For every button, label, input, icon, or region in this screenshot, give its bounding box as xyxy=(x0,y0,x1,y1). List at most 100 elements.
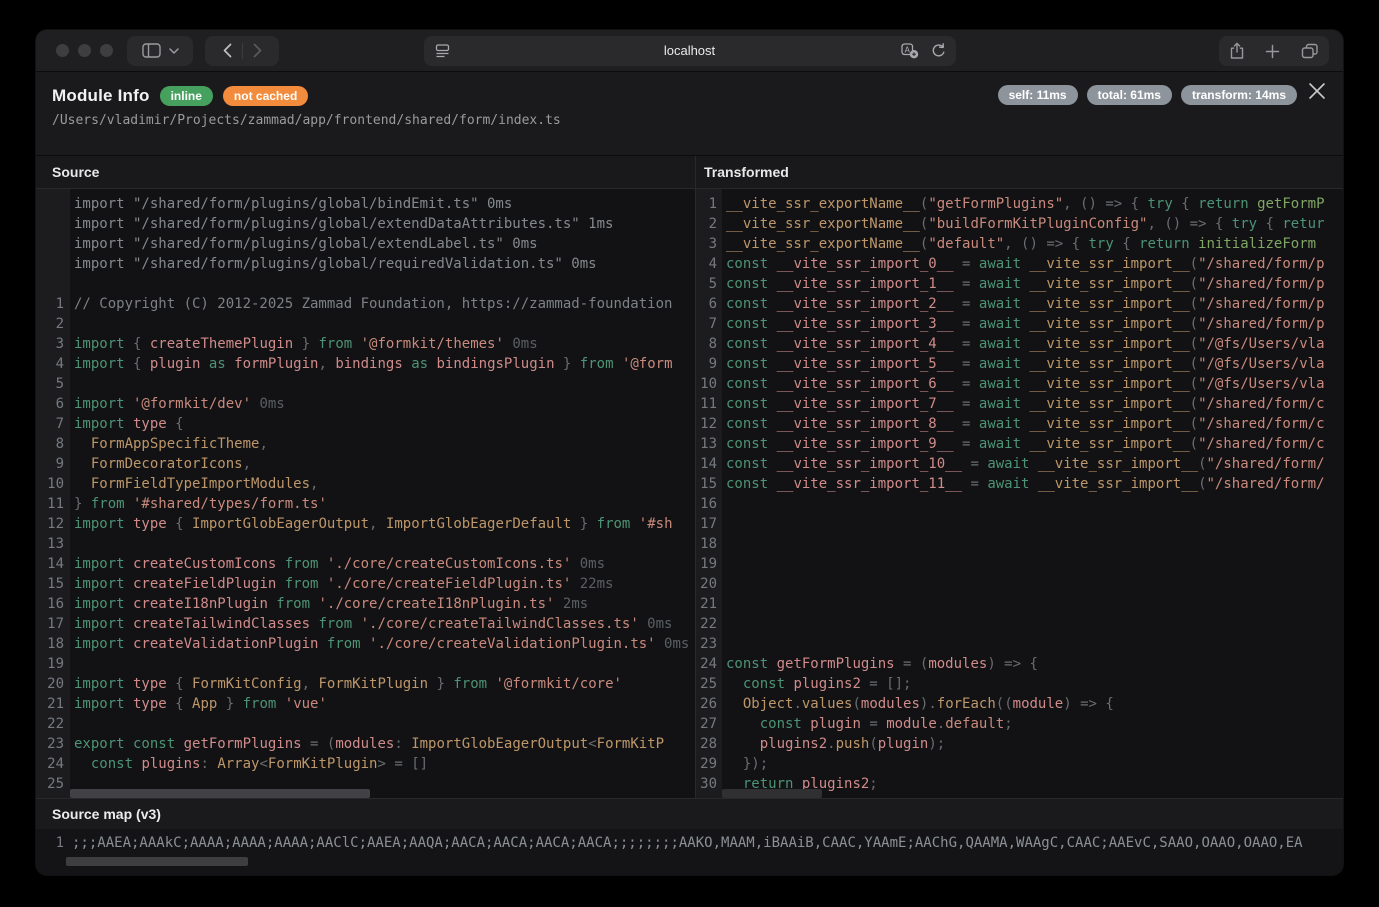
sidebar-icon[interactable] xyxy=(142,43,161,58)
line-number: 3 xyxy=(36,334,70,354)
code-line: 1// Copyright (C) 2012-2025 Zammad Found… xyxy=(36,294,695,314)
code-line: 2 xyxy=(36,314,695,334)
nav-buttons xyxy=(205,36,279,66)
status-badge-inline: inline xyxy=(160,86,213,106)
code-text: __vite_ssr_exportName__("default", () =>… xyxy=(722,234,1316,254)
code-text: import createCustomIcons from './core/cr… xyxy=(70,554,605,574)
browser-toolbar: localhost A xyxy=(36,30,1343,72)
code-line: 9 FormDecoratorIcons, xyxy=(36,454,695,474)
traffic-light-minimize[interactable] xyxy=(78,44,91,57)
code-text: Object.values(modules).forEach((module) … xyxy=(722,694,1114,714)
share-icon[interactable] xyxy=(1229,42,1245,60)
line-number: 15 xyxy=(36,574,70,594)
code-text: const plugins: Array<FormKitPlugin> = [] xyxy=(70,754,428,774)
code-text: const __vite_ssr_import_2__ = await __vi… xyxy=(722,294,1325,314)
line-number: 2 xyxy=(36,314,70,334)
chevron-down-icon[interactable] xyxy=(169,48,179,54)
code-line: 3__vite_ssr_exportName__("default", () =… xyxy=(696,234,1343,254)
toolbar-right-actions xyxy=(1219,36,1329,66)
code-text: import "/shared/form/plugins/global/bind… xyxy=(70,194,512,214)
code-line: 23export const getFormPlugins = (modules… xyxy=(36,734,695,754)
sourcemap-line-number: 1 xyxy=(36,833,64,853)
line-number xyxy=(36,254,70,274)
code-line: 15import createFieldPlugin from './core/… xyxy=(36,574,695,594)
transformed-hscrollbar-thumb[interactable] xyxy=(722,789,822,798)
line-number: 9 xyxy=(696,354,722,374)
code-line: 19 xyxy=(696,554,1343,574)
sourcemap-line: 1 ;;;AAEA;AAAkC;AAAA;AAAA;AAAA;AAClC;AAE… xyxy=(36,833,1343,853)
new-tab-icon[interactable] xyxy=(1265,44,1280,59)
reload-icon[interactable] xyxy=(931,43,946,59)
code-line: 4const __vite_ssr_import_0__ = await __v… xyxy=(696,254,1343,274)
code-line: 11} from '#shared/types/form.ts' xyxy=(36,494,695,514)
line-number: 22 xyxy=(696,614,722,634)
code-line: 20import type { FormKitConfig, FormKitPl… xyxy=(36,674,695,694)
ghost-import-line: import "/shared/form/plugins/global/exte… xyxy=(36,234,695,254)
code-text xyxy=(722,594,726,614)
translate-icon[interactable]: A xyxy=(901,43,919,59)
back-button[interactable] xyxy=(223,43,232,58)
code-line: 13 xyxy=(36,534,695,554)
code-line: 7const __vite_ssr_import_3__ = await __v… xyxy=(696,314,1343,334)
traffic-light-close[interactable] xyxy=(56,44,69,57)
line-number: 19 xyxy=(36,654,70,674)
line-number: 20 xyxy=(36,674,70,694)
code-line: 9const __vite_ssr_import_5__ = await __v… xyxy=(696,354,1343,374)
line-number: 11 xyxy=(696,394,722,414)
ghost-import-line: import "/shared/form/plugins/global/bind… xyxy=(36,194,695,214)
source-code-area[interactable]: import "/shared/form/plugins/global/bind… xyxy=(36,189,695,798)
transformed-code-area[interactable]: 1__vite_ssr_exportName__("getFormPlugins… xyxy=(696,189,1343,798)
line-number xyxy=(36,194,70,214)
code-line: 6const __vite_ssr_import_2__ = await __v… xyxy=(696,294,1343,314)
source-hscrollbar-thumb[interactable] xyxy=(70,789,370,798)
code-line: 16import createI18nPlugin from './core/c… xyxy=(36,594,695,614)
traffic-light-zoom[interactable] xyxy=(100,44,113,57)
module-path: /Users/vladimir/Projects/zammad/app/fron… xyxy=(52,113,1327,128)
line-number xyxy=(36,214,70,234)
code-line: 10const __vite_ssr_import_6__ = await __… xyxy=(696,374,1343,394)
line-number: 28 xyxy=(696,734,722,754)
sourcemap-hscrollbar-thumb[interactable] xyxy=(66,857,248,866)
code-line: 28 plugins2.push(plugin); xyxy=(696,734,1343,754)
code-text: const __vite_ssr_import_9__ = await __vi… xyxy=(722,434,1325,454)
code-line: 20 xyxy=(696,574,1343,594)
tab-overview-icon[interactable] xyxy=(1301,43,1319,59)
line-number: 7 xyxy=(36,414,70,434)
code-line: 10 FormFieldTypeImportModules, xyxy=(36,474,695,494)
ghost-import-line xyxy=(36,274,695,294)
line-number: 1 xyxy=(36,294,70,314)
code-line: 13const __vite_ssr_import_9__ = await __… xyxy=(696,434,1343,454)
code-line: 8const __vite_ssr_import_4__ = await __v… xyxy=(696,334,1343,354)
code-text xyxy=(722,614,726,634)
line-number: 14 xyxy=(696,454,722,474)
code-text: const plugin = module.default; xyxy=(722,714,1013,734)
line-number: 9 xyxy=(36,454,70,474)
line-number: 5 xyxy=(696,274,722,294)
code-text: const __vite_ssr_import_6__ = await __vi… xyxy=(722,374,1325,394)
code-line: 2__vite_ssr_exportName__("buildFormKitPl… xyxy=(696,214,1343,234)
line-number: 6 xyxy=(696,294,722,314)
line-number: 13 xyxy=(36,534,70,554)
svg-text:A: A xyxy=(904,45,910,54)
transformed-panel-title: Transformed xyxy=(696,156,1343,189)
code-text: export const getFormPlugins = (modules: … xyxy=(70,734,664,754)
line-number: 18 xyxy=(696,534,722,554)
line-number xyxy=(36,274,70,294)
close-icon[interactable] xyxy=(1307,81,1327,101)
forward-button[interactable] xyxy=(253,43,262,58)
line-number: 16 xyxy=(36,594,70,614)
timing-badge-self: self: 11ms xyxy=(998,85,1078,105)
status-badge-not-cached: not cached xyxy=(223,86,308,106)
code-line: 18import createValidationPlugin from './… xyxy=(36,634,695,654)
line-number: 18 xyxy=(36,634,70,654)
line-number: 4 xyxy=(36,354,70,374)
sourcemap-section: Source map (v3) 1 ;;;AAEA;AAAkC;AAAA;AAA… xyxy=(36,798,1343,875)
code-text xyxy=(70,714,74,734)
code-text xyxy=(722,554,726,574)
code-text: const __vite_ssr_import_8__ = await __vi… xyxy=(722,414,1325,434)
code-text: const __vite_ssr_import_0__ = await __vi… xyxy=(722,254,1325,274)
module-info-header: Module Info inline not cached /Users/vla… xyxy=(36,72,1343,155)
code-text: const __vite_ssr_import_4__ = await __vi… xyxy=(722,334,1325,354)
code-text: import type { ImportGlobEagerOutput, Imp… xyxy=(70,514,673,534)
address-bar[interactable]: localhost A xyxy=(424,36,956,66)
